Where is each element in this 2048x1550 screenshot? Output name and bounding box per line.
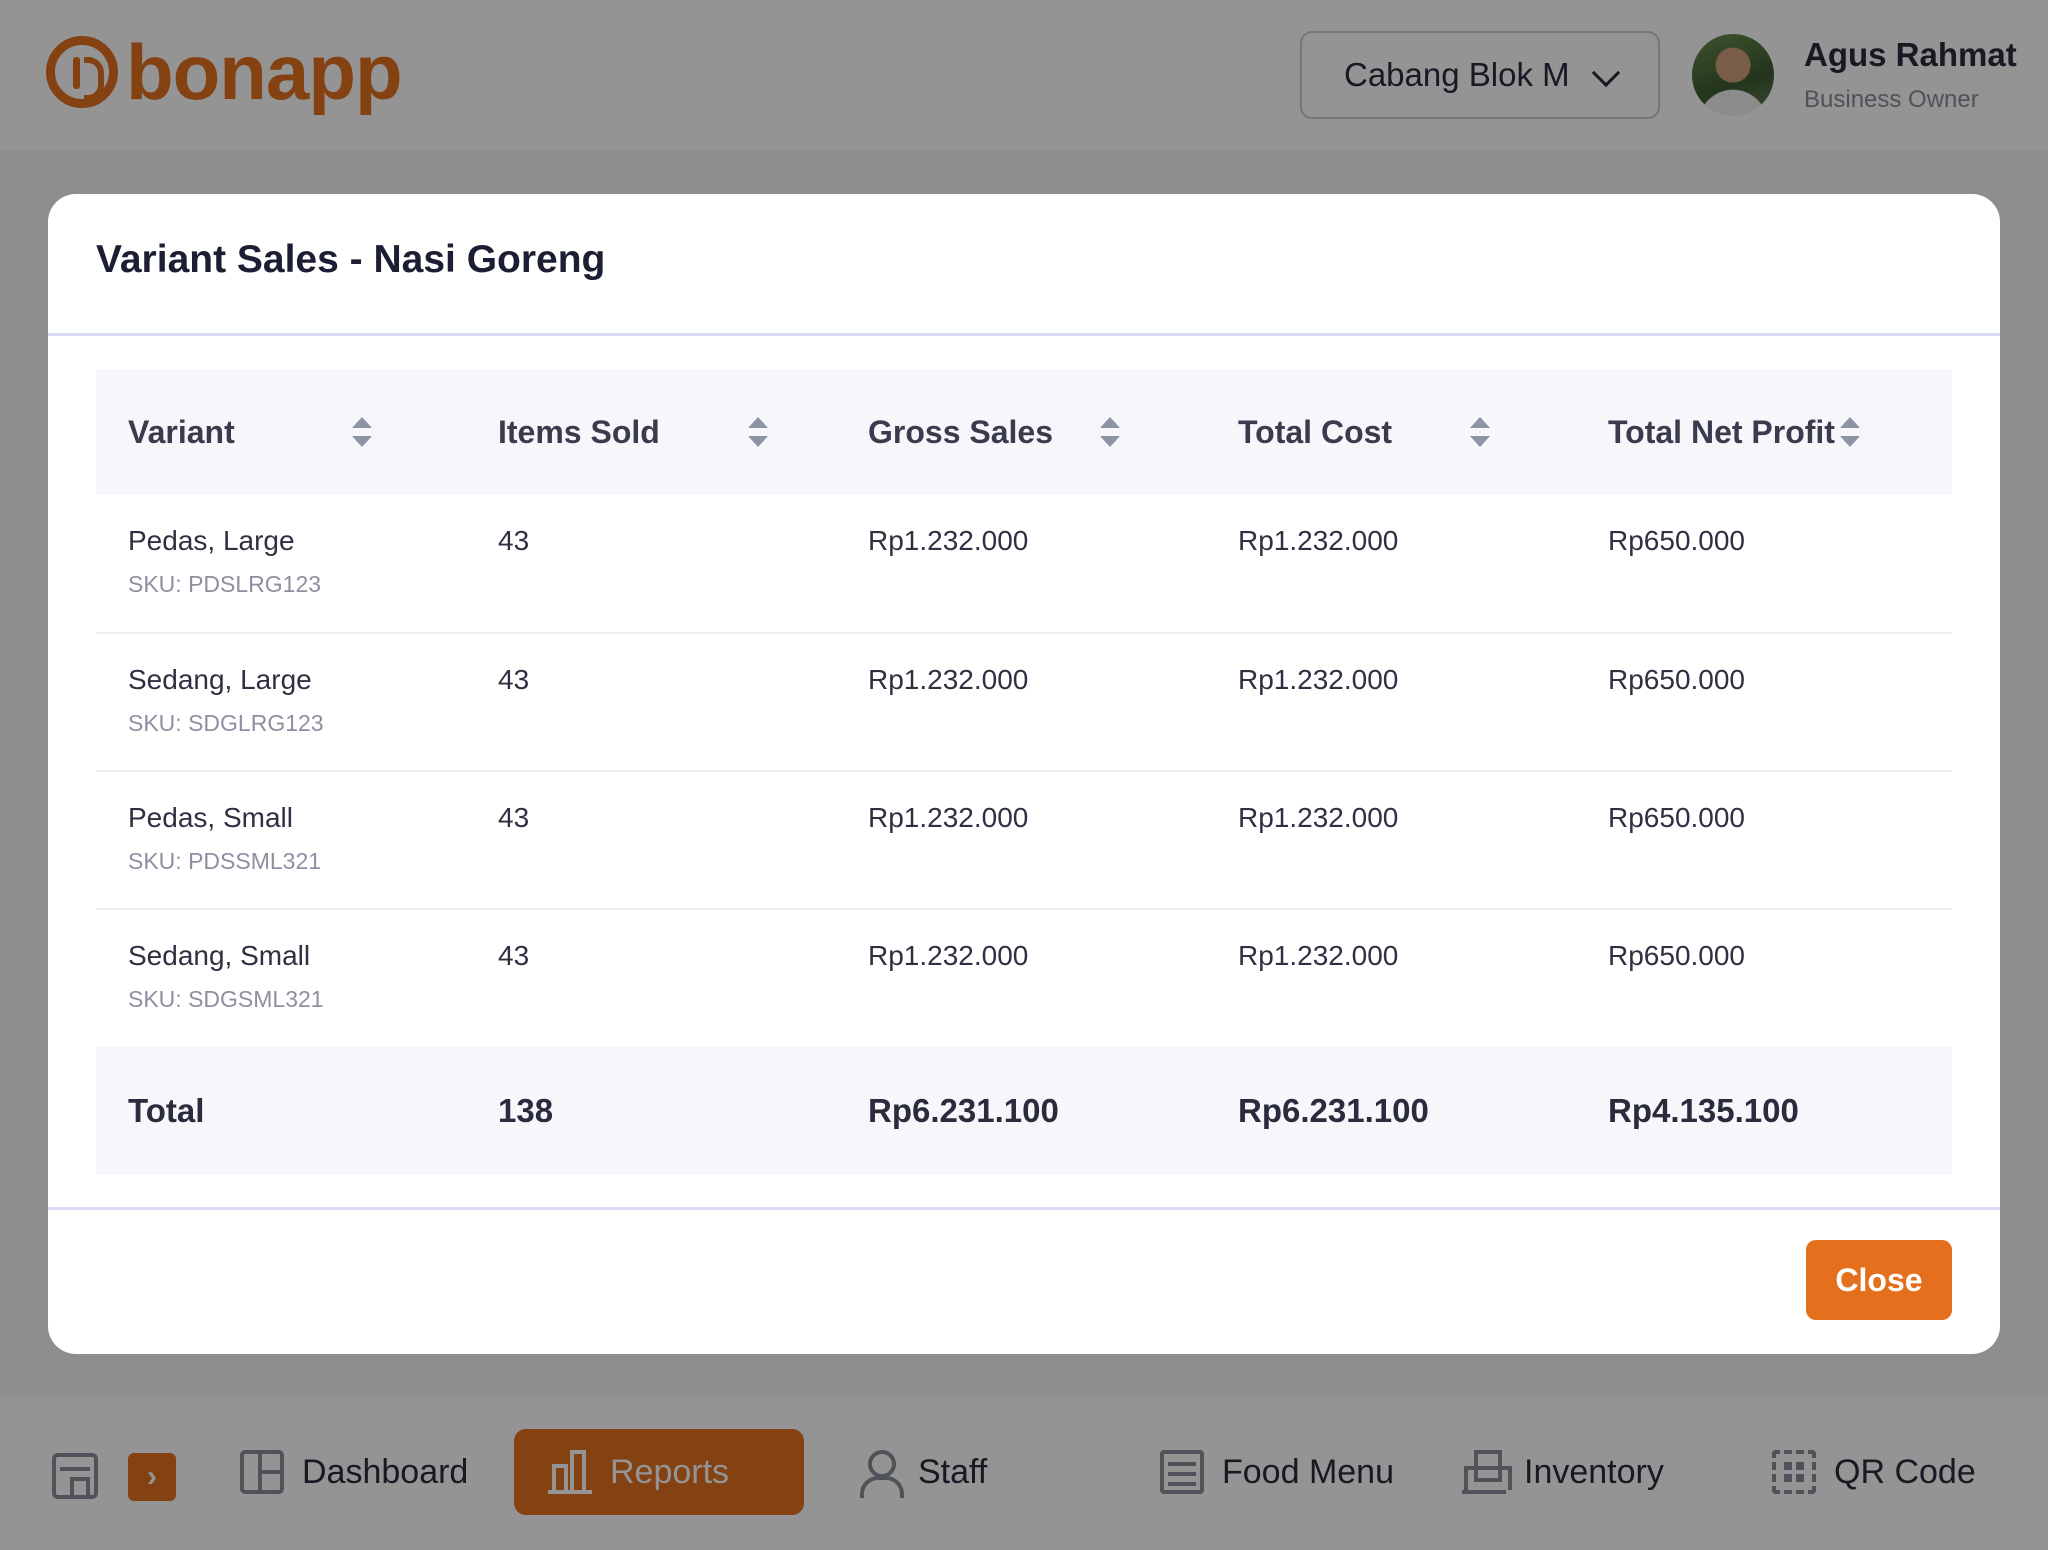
variant-sales-modal: Variant Sales - Nasi Goreng Variant Item… <box>48 194 2000 1354</box>
variant-sales-table: Variant Items Sold Gross Sales Total Cos… <box>96 369 1952 1175</box>
cell-gross-sales: Rp1.232.000 <box>868 940 1029 971</box>
cell-net-profit: Rp650.000 <box>1608 525 1746 556</box>
cell-total-cost: Rp1.232.000 <box>1238 940 1399 971</box>
cell-items-sold: 43 <box>498 802 530 833</box>
table-row: Sedang, Large SKU: SDGLRG123 43 Rp1.232.0… <box>96 633 1952 771</box>
cell-net-profit: Rp650.000 <box>1608 664 1746 695</box>
column-header-total-cost[interactable]: Total Cost <box>1206 369 1576 495</box>
cell-variant: Sedang, Small SKU: SDGSML321 <box>96 909 466 1047</box>
cell-items-sold: 43 <box>498 940 530 971</box>
column-header-total-net-profit[interactable]: Total Net Profit <box>1576 369 1952 495</box>
modal-title: Variant Sales - Nasi Goreng <box>96 237 606 281</box>
table-row: Pedas, Large SKU: PDSLRG123 43 Rp1.232.00… <box>96 495 1952 633</box>
cell-total-cost: Rp1.232.000 <box>1238 664 1399 695</box>
cell-items-sold: 43 <box>498 664 530 695</box>
cell-items-sold: 43 <box>498 525 530 556</box>
cell-variant: Sedang, Large SKU: SDGLRG123 <box>96 633 466 771</box>
sku-label: SKU: PDSLRG123 <box>128 571 322 597</box>
cell-total-cost: Rp1.232.000 <box>1238 525 1399 556</box>
modal-body: Variant Items Sold Gross Sales Total Cos… <box>48 336 2000 1210</box>
total-cost: Rp6.231.100 <box>1238 1092 1429 1129</box>
table-header-row: Variant Items Sold Gross Sales Total Cos… <box>96 369 1952 495</box>
sku-label: SKU: PDSSML321 <box>128 848 322 874</box>
modal-header: Variant Sales - Nasi Goreng <box>48 194 2000 336</box>
sort-icon[interactable] <box>1840 417 1860 447</box>
cell-net-profit: Rp650.000 <box>1608 802 1746 833</box>
sku-label: SKU: SDGSML321 <box>128 986 324 1012</box>
sort-icon[interactable] <box>1470 417 1490 447</box>
modal-footer: Close <box>48 1210 2000 1351</box>
sku-label: SKU: SDGLRG123 <box>128 710 324 736</box>
total-items-sold: 138 <box>498 1092 554 1129</box>
total-label: Total <box>128 1092 205 1129</box>
sort-icon[interactable] <box>748 417 768 447</box>
column-header-items-sold[interactable]: Items Sold <box>466 369 836 495</box>
cell-total-cost: Rp1.232.000 <box>1238 802 1399 833</box>
total-gross-sales: Rp6.231.100 <box>868 1092 1059 1129</box>
cell-variant: Pedas, Large SKU: PDSLRG123 <box>96 495 466 633</box>
cell-gross-sales: Rp1.232.000 <box>868 802 1029 833</box>
close-button[interactable]: Close <box>1806 1240 1952 1320</box>
table-total-row: Total 138 Rp6.231.100 Rp6.231.100 Rp4.13… <box>96 1047 1952 1175</box>
table-row: Sedang, Small SKU: SDGSML321 43 Rp1.232.0… <box>96 909 1952 1047</box>
sort-icon[interactable] <box>352 417 372 447</box>
column-header-gross-sales[interactable]: Gross Sales <box>836 369 1206 495</box>
cell-gross-sales: Rp1.232.000 <box>868 664 1029 695</box>
cell-net-profit: Rp650.000 <box>1608 940 1746 971</box>
cell-gross-sales: Rp1.232.000 <box>868 525 1029 556</box>
total-net-profit: Rp4.135.100 <box>1608 1092 1799 1129</box>
cell-variant: Pedas, Small SKU: PDSSML321 <box>96 771 466 909</box>
table-row: Pedas, Small SKU: PDSSML321 43 Rp1.232.00… <box>96 771 1952 909</box>
column-header-variant[interactable]: Variant <box>96 369 466 495</box>
sort-icon[interactable] <box>1100 417 1120 447</box>
